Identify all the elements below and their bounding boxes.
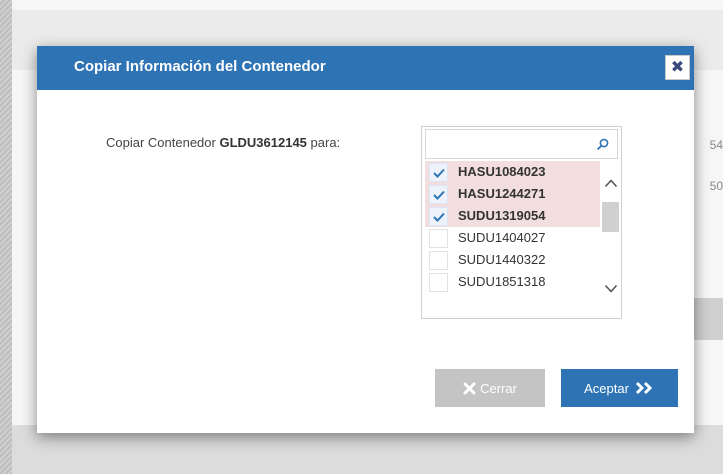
list-scrollbar[interactable] <box>602 161 619 317</box>
list-item-label: HASU1244271 <box>458 186 546 201</box>
check-icon <box>433 168 445 178</box>
copy-container-modal: Copiar Información del Contenedor ✖ Copi… <box>37 46 694 433</box>
close-icon: ✖ <box>670 58 685 76</box>
check-icon <box>433 190 445 200</box>
search-field <box>425 129 618 159</box>
checkbox[interactable] <box>429 229 448 248</box>
scroll-thumb[interactable] <box>602 202 619 232</box>
list-item[interactable]: SUDU1319054 <box>425 205 600 227</box>
accept-button-label: Aceptar <box>584 380 629 396</box>
checkbox-checked[interactable] <box>429 163 448 182</box>
checkbox[interactable] <box>429 251 448 270</box>
list-item-label: SUDU1851318 <box>458 274 546 289</box>
list-item-label: HASU1084023 <box>458 164 546 179</box>
copy-label-suffix: para: <box>306 135 341 150</box>
search-input[interactable] <box>426 130 596 158</box>
list-item[interactable]: HASU1244271 <box>425 183 600 205</box>
checkbox[interactable] <box>429 273 448 292</box>
double-chevron-right-icon <box>635 381 653 395</box>
checkbox-checked[interactable] <box>429 207 448 226</box>
x-icon <box>463 382 476 394</box>
copy-container-label: Copiar Contenedor GLDU3612145 para: <box>106 135 340 150</box>
modal-header: Copiar Información del Contenedor ✖ <box>37 46 694 90</box>
checkbox-checked[interactable] <box>429 185 448 204</box>
background-hatch-strip <box>0 0 12 474</box>
list-item[interactable]: SUDU1851318 <box>425 271 600 293</box>
container-id: GLDU3612145 <box>219 135 307 150</box>
container-list: HASU1084023 HASU1244271 SUDU1319054 SUDU… <box>425 161 600 293</box>
copy-label-prefix: Copiar Contenedor <box>106 135 220 150</box>
search-icon[interactable] <box>597 138 609 150</box>
list-item-label: SUDU1319054 <box>458 208 546 223</box>
close-button[interactable]: ✖ <box>665 55 690 80</box>
list-item[interactable]: HASU1084023 <box>425 161 600 183</box>
modal-title: Copiar Información del Contenedor <box>74 58 326 75</box>
check-icon <box>433 212 445 222</box>
close-dialog-button[interactable]: Cerrar <box>435 369 545 407</box>
list-item-label: SUDU1440322 <box>458 252 546 267</box>
list-item[interactable]: SUDU1440322 <box>425 249 600 271</box>
cancel-button-label: Cerrar <box>480 380 517 396</box>
background-row-value: 50 <box>709 179 723 193</box>
chevron-down-icon[interactable] <box>604 284 618 294</box>
accept-button[interactable]: Aceptar <box>561 369 678 407</box>
list-item-label: SUDU1404027 <box>458 230 546 245</box>
list-item[interactable]: SUDU1404027 <box>425 227 600 249</box>
container-multiselect: HASU1084023 HASU1244271 SUDU1319054 SUDU… <box>421 126 622 319</box>
background-row-value: 54 <box>709 138 723 152</box>
chevron-up-icon[interactable] <box>604 178 618 188</box>
